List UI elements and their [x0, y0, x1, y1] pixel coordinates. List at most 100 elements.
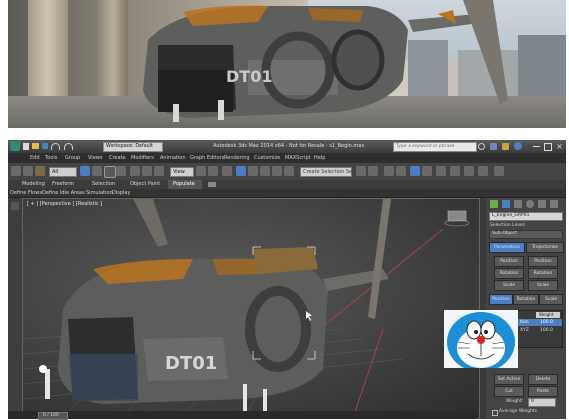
rotation-mode-button[interactable]: Rotation: [513, 294, 539, 305]
pivot-center-icon[interactable]: [196, 166, 206, 176]
scale-icon[interactable]: [154, 166, 164, 176]
menu-customize[interactable]: Customize: [254, 155, 280, 161]
window-crossing-icon[interactable]: [116, 166, 126, 176]
menu-create[interactable]: Create: [109, 155, 126, 161]
create-position-key-button[interactable]: Position: [494, 256, 524, 267]
time-slider[interactable]: 0 / 100: [8, 411, 478, 420]
menu-group[interactable]: Group: [65, 155, 80, 161]
percent-snap-icon[interactable]: [260, 166, 270, 176]
spinner-snap-icon[interactable]: [272, 166, 282, 176]
select-by-name-icon[interactable]: [92, 166, 102, 176]
hierarchy-tab-icon[interactable]: [514, 200, 522, 208]
rectangular-selection-icon[interactable]: [104, 166, 116, 178]
define-idle-areas-button[interactable]: Define Idle Areas: [42, 190, 85, 196]
move-icon[interactable]: [130, 166, 140, 176]
quick-access-open-icon[interactable]: [32, 143, 39, 149]
workspace-dropdown[interactable]: Workspace: Default: [103, 142, 163, 152]
cut-button[interactable]: Cut: [494, 386, 524, 397]
position-mode-button[interactable]: Position: [489, 294, 513, 305]
ribbon-tab-modeling[interactable]: Modeling: [22, 182, 45, 187]
delete-button[interactable]: Delete: [528, 374, 558, 385]
render-iterative-icon[interactable]: [494, 166, 504, 176]
ribbon-minimize-icon[interactable]: [208, 182, 216, 187]
help-icon[interactable]: [514, 142, 522, 150]
angle-snap-icon[interactable]: [248, 166, 258, 176]
set-active-button[interactable]: Set Active: [494, 374, 524, 385]
named-selection-dropdown[interactable]: Create Selection Se: [300, 167, 352, 177]
render-production-icon[interactable]: [478, 166, 488, 176]
keyboard-shortcut-icon[interactable]: [222, 166, 232, 176]
favorites-icon[interactable]: [502, 143, 509, 150]
list-header-weight: Weight: [536, 312, 560, 318]
select-link-icon[interactable]: [11, 166, 21, 176]
unlink-icon[interactable]: [23, 166, 33, 176]
menu-modifiers[interactable]: Modifiers: [131, 155, 154, 161]
modify-tab-icon[interactable]: [502, 200, 510, 208]
maximize-button[interactable]: [544, 143, 552, 151]
select-object-icon[interactable]: [80, 166, 90, 176]
app-logo-icon[interactable]: [10, 141, 20, 151]
create-tab-icon[interactable]: [490, 200, 498, 208]
selection-filter-dropdown[interactable]: All: [49, 167, 77, 177]
menu-views[interactable]: Views: [88, 155, 102, 161]
display-button[interactable]: Display: [112, 190, 130, 196]
bind-space-warp-icon[interactable]: [35, 166, 45, 176]
menu-maxscript[interactable]: MAXScript: [285, 155, 311, 161]
edit-named-selection-icon[interactable]: [284, 166, 294, 176]
average-weights-checkbox[interactable]: [492, 410, 498, 416]
quick-access-new-icon[interactable]: [23, 143, 29, 150]
quick-access-save-icon[interactable]: [42, 143, 48, 149]
mirror-icon[interactable]: [356, 166, 366, 176]
delete-rotation-key-button[interactable]: Rotation: [528, 268, 558, 279]
ribbon-tab-freeform[interactable]: Freeform: [52, 182, 74, 187]
delete-scale-key-button[interactable]: Scale: [528, 280, 558, 291]
close-button[interactable]: ×: [555, 142, 564, 151]
layer-manager-icon[interactable]: [384, 166, 394, 176]
menu-graph-editors[interactable]: Graph Editors: [190, 155, 224, 161]
scale-mode-button[interactable]: Scale: [539, 294, 563, 305]
ribbon-tab-populate[interactable]: Populate: [168, 180, 202, 189]
perspective-viewport[interactable]: [ + ] [Perspective ] [Realistic ] DT01: [22, 198, 480, 419]
align-icon[interactable]: [368, 166, 378, 176]
paste-button[interactable]: Paste: [528, 386, 558, 397]
search-input[interactable]: Type a keyword or phrase: [393, 142, 477, 152]
rendered-frame-window-icon[interactable]: [464, 166, 474, 176]
ribbon-tabs: Modeling Freeform Selection Object Paint…: [8, 180, 566, 189]
infocenter-icon[interactable]: [490, 143, 497, 150]
motion-tab-icon[interactable]: [526, 200, 534, 208]
schematic-view-icon[interactable]: [422, 166, 432, 176]
redo-icon[interactable]: [64, 143, 73, 150]
create-rotation-key-button[interactable]: Rotation: [494, 268, 524, 279]
utilities-tab-icon[interactable]: [550, 200, 558, 208]
material-editor-icon[interactable]: [436, 166, 446, 176]
menu-rendering[interactable]: Rendering: [224, 155, 250, 161]
delete-position-key-button[interactable]: Position: [528, 256, 558, 267]
select-manipulate-icon[interactable]: [208, 166, 218, 176]
reference-coordinate-dropdown[interactable]: View: [170, 167, 194, 177]
menu-tools[interactable]: Tools: [45, 155, 57, 161]
ribbon-tab-object-paint[interactable]: Object Paint: [130, 182, 160, 187]
weight-spinner[interactable]: 0: [528, 398, 556, 407]
search-icon[interactable]: [478, 143, 485, 150]
trajectories-tab[interactable]: Trajectories: [526, 242, 564, 253]
ribbon-tab-selection[interactable]: Selection: [92, 182, 115, 187]
display-tab-icon[interactable]: [538, 200, 546, 208]
simulation-button[interactable]: Simulation: [86, 190, 113, 196]
object-name-field[interactable]: L_Engine_GRP01: [489, 212, 563, 221]
selection-level-dropdown[interactable]: Sub-Object: [489, 230, 563, 239]
parameters-tab[interactable]: Parameters: [489, 242, 525, 253]
graphite-toggle-icon[interactable]: [396, 166, 406, 176]
rotate-icon[interactable]: [142, 166, 152, 176]
ribbon-panel: Define Flows Define Idle Areas Simulatio…: [8, 189, 566, 198]
undo-icon[interactable]: [51, 143, 60, 150]
menu-help[interactable]: Help: [314, 155, 325, 161]
snaps-toggle-icon[interactable]: [236, 166, 246, 176]
create-scale-key-button[interactable]: Scale: [494, 280, 524, 291]
minimize-button[interactable]: [533, 146, 540, 147]
menu-edit[interactable]: Edit: [30, 155, 40, 161]
viewport-layout-icon[interactable]: [11, 202, 19, 210]
curve-editor-icon[interactable]: [410, 166, 420, 176]
define-flows-button[interactable]: Define Flows: [10, 190, 42, 196]
render-setup-icon[interactable]: [450, 166, 460, 176]
menu-animation[interactable]: Animation: [160, 155, 186, 161]
